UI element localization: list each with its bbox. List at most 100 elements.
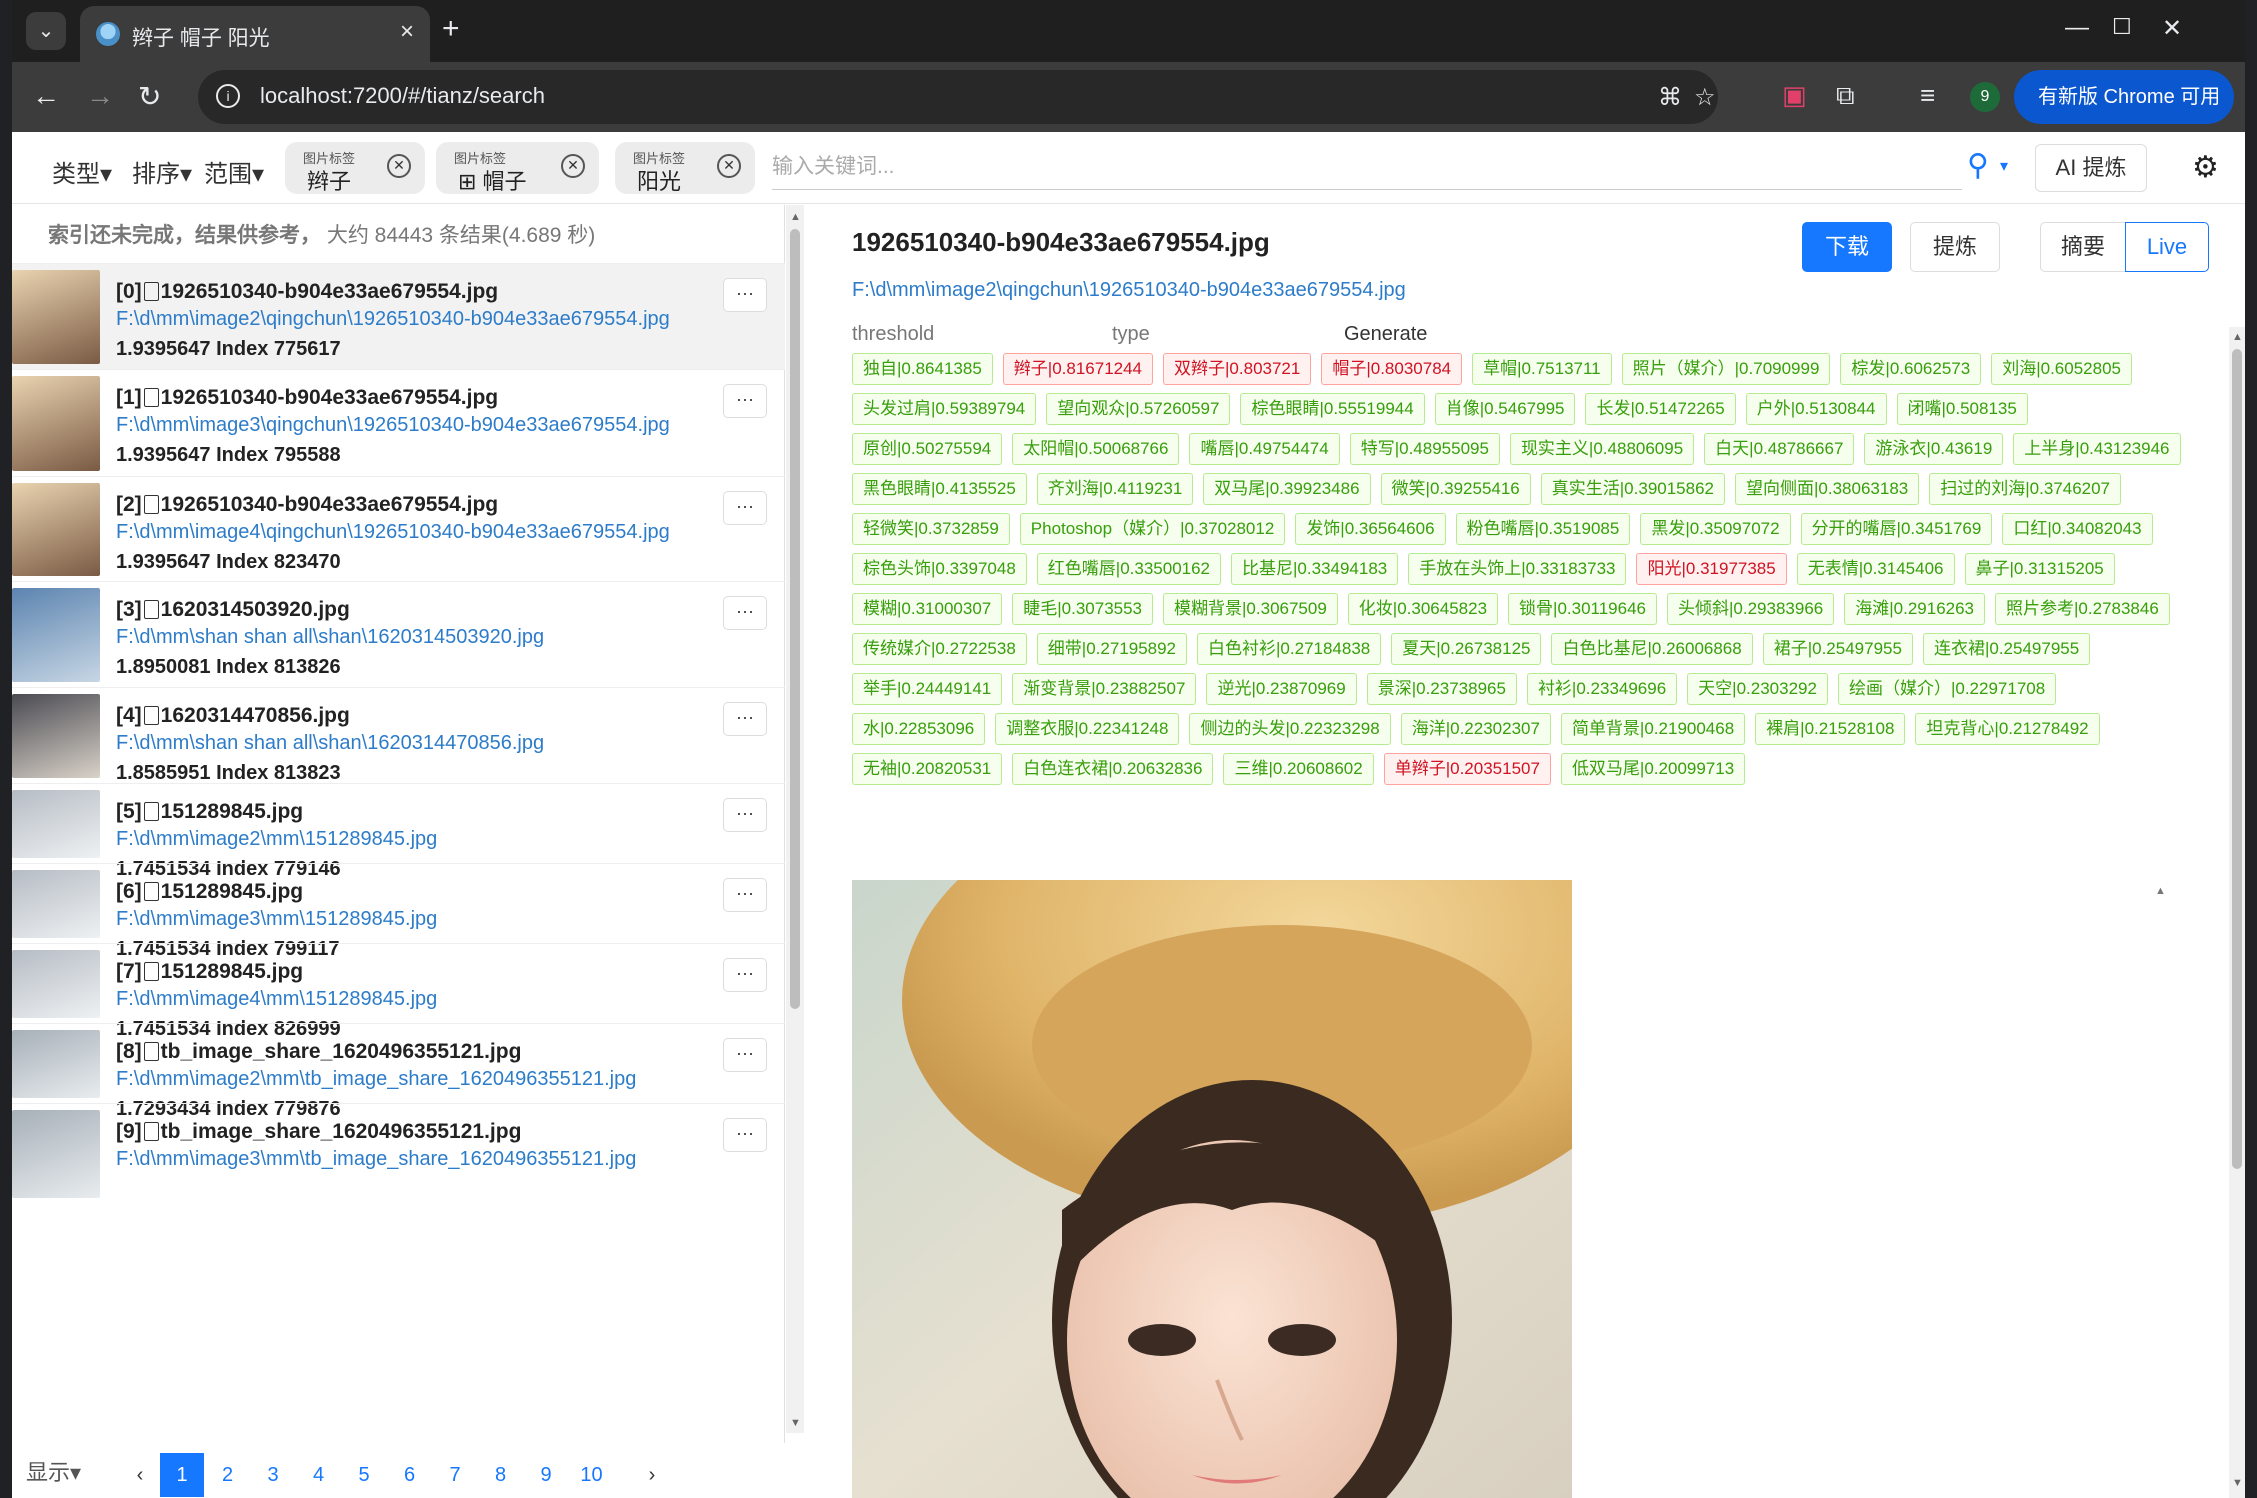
result-title[interactable]: [1] 1926510340-b904e33ae679554.jpg [116, 386, 498, 410]
search-icon[interactable]: ⚲ [1967, 148, 1989, 183]
page-button[interactable]: 2 [206, 1453, 250, 1497]
scrollbar-thumb[interactable] [790, 229, 800, 1009]
more-actions-button[interactable]: ··· [723, 958, 767, 992]
tag-chip[interactable]: 海洋|0.22302307 [1400, 713, 1551, 745]
tab-search-button[interactable]: ⌄ [26, 12, 66, 50]
sort-dropdown[interactable]: 排序▾ [132, 154, 192, 189]
result-thumbnail[interactable] [12, 588, 100, 682]
forward-button[interactable]: → [86, 80, 114, 112]
tag-chip[interactable]: 天空|0.2303292 [1687, 673, 1828, 705]
image-scroll-up-icon[interactable]: ▲ [2155, 885, 2166, 897]
result-row[interactable]: [1] 1926510340-b904e33ae679554.jpg F:\d\mm… [12, 369, 785, 476]
results-scrollbar[interactable]: ▲ ▼ [786, 205, 804, 1433]
page-button[interactable]: 9 [524, 1453, 568, 1497]
tag-chip[interactable]: 头发过肩|0.59389794 [852, 393, 1037, 425]
tag-chip[interactable]: 侧边的头发|0.22323298 [1189, 713, 1391, 745]
tag-chip[interactable]: 原创|0.50275594 [852, 433, 1003, 465]
scrollbar-thumb[interactable] [2232, 349, 2242, 1169]
result-title[interactable]: [8] tb_image_share_1620496355121.jpg [116, 1040, 521, 1064]
range-dropdown[interactable]: 范围▾ [204, 154, 264, 189]
next-page-button[interactable]: › [630, 1453, 674, 1497]
profile-avatar[interactable]: 9 [1970, 82, 2000, 112]
tag-chip[interactable]: 三维|0.20608602 [1223, 753, 1374, 785]
scroll-up-icon[interactable]: ▲ [790, 211, 801, 223]
result-row[interactable]: [9] tb_image_share_1620496355121.jpg F:\d\… [12, 1103, 785, 1203]
extract-button[interactable]: 提炼 [1910, 222, 2000, 272]
url-text[interactable]: localhost:7200/#/tianz/search [260, 83, 545, 109]
page-button[interactable]: 7 [433, 1453, 477, 1497]
tag-chip[interactable]: 白天|0.48786667 [1704, 433, 1855, 465]
tag-chip[interactable]: 草帽|0.7513711 [1472, 353, 1612, 385]
live-button[interactable]: Live [2125, 222, 2209, 272]
maximize-button[interactable]: ☐ [2112, 14, 2132, 40]
type-dropdown[interactable]: 类型▾ [52, 154, 112, 189]
tag-chip[interactable]: 夏天|0.26738125 [1391, 633, 1542, 665]
threshold-column[interactable]: threshold [852, 323, 934, 346]
tag-chip[interactable]: 户外|0.5130844 [1745, 393, 1887, 425]
page-button[interactable]: 1 [160, 1453, 204, 1497]
result-path[interactable]: F:\d\mm\image2\mm\151289845.jpg [116, 828, 437, 851]
result-row[interactable]: [2] 1926510340-b904e33ae679554.jpg F:\d\mm… [12, 476, 785, 581]
tag-chip[interactable]: 举手|0.24449141 [852, 673, 1003, 705]
tag-chip[interactable]: 模糊背景|0.3067509 [1163, 593, 1338, 625]
result-path[interactable]: F:\d\mm\image4\mm\151289845.jpg [116, 988, 437, 1011]
tag-chip[interactable]: 黑色眼睛|0.4135525 [852, 473, 1027, 505]
tag-chip[interactable]: 连衣裙|0.25497955 [1922, 633, 2091, 665]
tag-chip[interactable]: 红色嘴唇|0.33500162 [1036, 553, 1222, 585]
tag-chip[interactable]: 粉色嘴唇|0.3519085 [1455, 513, 1631, 545]
result-path[interactable]: F:\d\mm\shan shan all\shan\1620314503920… [116, 626, 544, 649]
tag-chip[interactable]: 逆光|0.23870969 [1206, 673, 1357, 705]
result-row[interactable]: [4] 1620314470856.jpg F:\d\mm\shan shan al… [12, 687, 785, 784]
tag-chip[interactable]: 黑发|0.35097072 [1640, 513, 1791, 545]
tag-chip[interactable]: 白色比基尼|0.26006868 [1551, 633, 1753, 665]
tag-chip[interactable]: 闭嘴|0.508135 [1896, 393, 2028, 425]
result-title[interactable]: [6] 151289845.jpg [116, 880, 303, 904]
close-window-button[interactable]: ✕ [2162, 14, 2182, 43]
tag-chip[interactable]: 真实生活|0.39015862 [1540, 473, 1725, 505]
result-thumbnail[interactable] [12, 376, 100, 471]
ai-extract-button[interactable]: AI 提炼 [2035, 144, 2147, 192]
result-title[interactable]: [9] tb_image_share_1620496355121.jpg [116, 1120, 521, 1144]
tag-chip[interactable]: 照片（媒介）|0.7090999 [1621, 353, 1831, 385]
media-control-icon[interactable]: ≡ [1920, 80, 1935, 111]
tag-chip[interactable]: 手放在头饰上|0.33183733 [1408, 553, 1627, 585]
page-button[interactable]: 5 [342, 1453, 386, 1497]
tag-chip[interactable]: 现实主义|0.48806095 [1509, 433, 1695, 465]
tag-chip[interactable]: 裸肩|0.21528108 [1755, 713, 1906, 745]
detail-path-link[interactable]: F:\d\mm\image2\qingchun\1926510340-b904e… [852, 279, 1406, 302]
result-path[interactable]: F:\d\mm\image2\qingchun\1926510340-b904e… [116, 308, 670, 331]
more-actions-button[interactable]: ··· [723, 798, 767, 832]
tag-chip[interactable]: 辫子|0.81671244 [1002, 353, 1154, 385]
tag-chip[interactable]: 绘画（媒介）|0.22971708 [1837, 673, 2057, 705]
address-bar[interactable]: i localhost:7200/#/tianz/search ⌘ ☆ [198, 70, 1718, 124]
filter-chip-braid[interactable]: 图片标签 辫子 ✕ [285, 142, 425, 194]
tag-chip[interactable]: 细带|0.27195892 [1036, 633, 1188, 665]
tag-chip[interactable]: 单辫子|0.20351507 [1383, 753, 1551, 785]
tag-chip[interactable]: 分开的嘴唇|0.3451769 [1800, 513, 1993, 545]
more-actions-button[interactable]: ··· [723, 878, 767, 912]
download-button[interactable]: 下载 [1802, 222, 1892, 272]
more-actions-button[interactable]: ··· [723, 702, 767, 736]
result-title[interactable]: [4] 1620314470856.jpg [116, 704, 350, 728]
tag-chip[interactable]: 刘海|0.6052805 [1991, 353, 2132, 385]
tag-chip[interactable]: Photoshop（媒介）|0.37028012 [1019, 513, 1286, 545]
scroll-down-icon[interactable]: ▼ [2232, 1477, 2243, 1489]
result-thumbnail[interactable] [12, 870, 100, 938]
tag-chip[interactable]: 衬衫|0.23349696 [1526, 673, 1678, 705]
prev-page-button[interactable]: ‹ [118, 1453, 162, 1497]
tag-chip[interactable]: 棕发|0.6062573 [1840, 353, 1982, 385]
tag-chip[interactable]: 游泳衣|0.43619 [1864, 433, 2004, 465]
tag-chip[interactable]: 低双马尾|0.20099713 [1560, 753, 1746, 785]
tag-chip[interactable]: 微笑|0.39255416 [1380, 473, 1531, 505]
tag-chip[interactable]: 锁骨|0.30119646 [1508, 593, 1657, 625]
more-actions-button[interactable]: ··· [723, 384, 767, 418]
tag-chip[interactable]: 传统媒介|0.2722538 [852, 633, 1027, 665]
close-tab-icon[interactable]: × [400, 18, 414, 46]
result-row[interactable]: [7] 151289845.jpg F:\d\mm\image4\mm\151289… [12, 943, 785, 1040]
tag-chip[interactable]: 望向侧面|0.38063183 [1735, 473, 1920, 505]
tag-chip[interactable]: 景深|0.23738965 [1366, 673, 1517, 705]
back-button[interactable]: ← [32, 80, 60, 112]
more-actions-button[interactable]: ··· [723, 1038, 767, 1072]
translate-icon[interactable]: ⌘ [1658, 83, 1682, 112]
result-row[interactable]: [5] 151289845.jpg F:\d\mm\image2\mm\151289… [12, 783, 785, 880]
